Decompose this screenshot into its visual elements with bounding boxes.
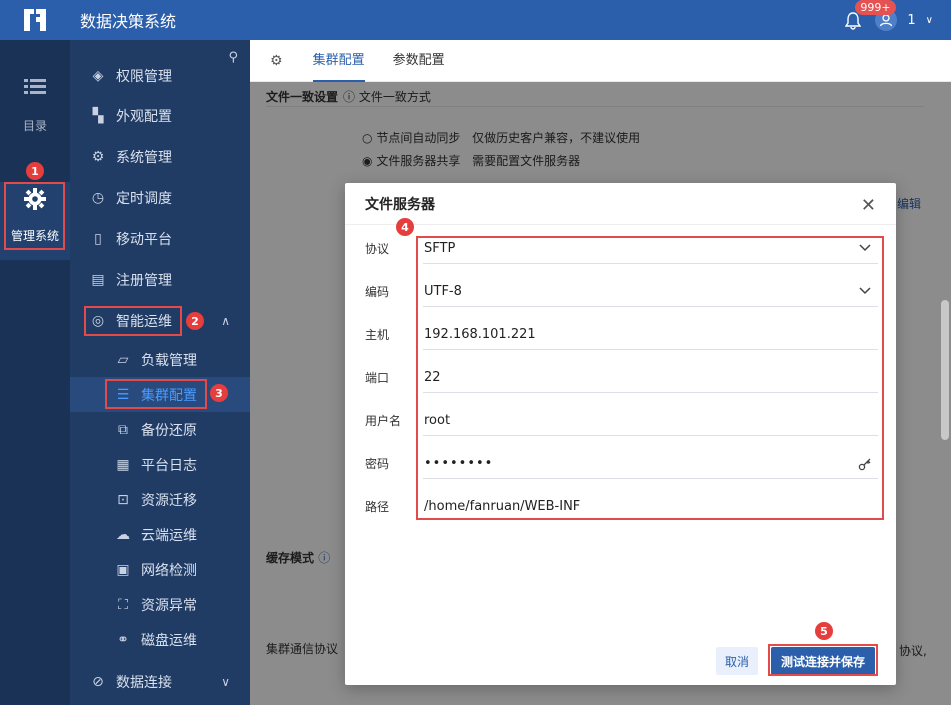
sidebar: ⚲ ◈ 权限管理 ▚ 外观配置 ⚙ 系统管理 ◷ 定时调度 ▯ 移动平台 ▤ 注… xyxy=(70,40,250,705)
annotation-box-1 xyxy=(4,182,65,250)
chevron-up-icon[interactable]: ∧ xyxy=(221,314,230,328)
annotation-box-3 xyxy=(105,379,207,409)
annotation-badge-3: 3 xyxy=(210,384,228,402)
sidebar-subitem-label: 负载管理 xyxy=(141,352,197,369)
sidebar-subitem-label: 磁盘运维 xyxy=(141,632,197,649)
load-icon: ▱ xyxy=(117,351,129,368)
tab-cluster-config[interactable]: 集群配置 xyxy=(312,40,365,82)
sidebar-subitem-label: 资源迁移 xyxy=(141,492,197,509)
sidebar-subitem-network[interactable]: ▣ 网络检测 xyxy=(70,552,250,587)
sidebar-item-register[interactable]: ▤ 注册管理 xyxy=(70,262,250,297)
sidebar-subitem-label: 云端运维 xyxy=(141,527,197,544)
sidebar-subitem-exception[interactable]: ⛶ 资源异常 xyxy=(70,587,250,622)
sidebar-item-label: 定时调度 xyxy=(116,190,172,207)
user-name[interactable]: 1 xyxy=(907,13,915,28)
sidebar-item-permission[interactable]: ◈ 权限管理 xyxy=(70,58,250,93)
sidebar-item-label: 权限管理 xyxy=(116,68,172,85)
annotation-box-4 xyxy=(416,236,884,520)
sidebar-item-system[interactable]: ⚙ 系统管理 xyxy=(70,139,250,174)
sidebar-item-label: 系统管理 xyxy=(116,149,172,166)
register-icon: ▤ xyxy=(91,271,105,288)
sidebar-item-label: 数据连接 xyxy=(116,674,172,691)
sidebar-item-label: 注册管理 xyxy=(116,272,172,289)
icon-rail: 目录 管理系统 xyxy=(0,40,70,705)
sidebar-item-appearance[interactable]: ▚ 外观配置 xyxy=(70,98,250,133)
annotation-badge-2: 2 xyxy=(186,312,204,330)
field-label-port: 端口 xyxy=(365,371,390,385)
close-icon[interactable]: ✕ xyxy=(861,195,876,216)
mobile-icon: ▯ xyxy=(94,230,102,247)
shield-icon: ◈ xyxy=(92,67,104,84)
rail-item-catalog[interactable]: 目录 xyxy=(0,70,70,150)
sidebar-subitem-cloud[interactable]: ☁ 云端运维 xyxy=(70,517,250,552)
tab-param-config[interactable]: 参数配置 xyxy=(393,40,445,82)
annotation-box-2 xyxy=(84,306,182,336)
list-icon xyxy=(24,79,46,94)
disk-icon: ⚭ xyxy=(117,631,129,648)
link-icon: ⊘ xyxy=(92,673,104,690)
chevron-down-icon[interactable]: ∨ xyxy=(926,15,933,26)
tab-bar: ⚙ 集群配置 参数配置 xyxy=(250,40,951,82)
annotation-box-5 xyxy=(768,644,878,676)
dialog-title: 文件服务器 xyxy=(345,183,896,225)
sidebar-subitem-label: 平台日志 xyxy=(141,457,197,474)
network-icon: ▣ xyxy=(116,561,130,578)
settings-icon[interactable]: ⚙ xyxy=(270,53,283,69)
chevron-down-icon[interactable]: ∨ xyxy=(221,675,230,689)
sidebar-item-mobile[interactable]: ▯ 移动平台 xyxy=(70,221,250,256)
backup-icon: ⧉ xyxy=(118,421,128,438)
field-label-encoding: 编码 xyxy=(365,285,390,299)
rail-label-catalog: 目录 xyxy=(22,119,47,133)
cloud-icon: ☁ xyxy=(116,526,130,543)
sidebar-subitem-log[interactable]: ▦ 平台日志 xyxy=(70,447,250,482)
app-title: 数据决策系统 xyxy=(80,12,177,31)
bell-icon xyxy=(845,12,862,30)
field-label-host: 主机 xyxy=(365,328,390,342)
log-icon: ▦ xyxy=(116,456,130,473)
notification-bell[interactable]: 999+ xyxy=(845,0,896,30)
top-bar: 数据决策系统 999+ 1 ∨ xyxy=(0,0,951,40)
sidebar-item-label: 外观配置 xyxy=(116,108,172,125)
sidebar-item-label: 移动平台 xyxy=(116,231,172,248)
notification-badge: 999+ xyxy=(855,0,896,15)
annotation-badge-4: 4 xyxy=(396,218,414,236)
cancel-button[interactable]: 取消 xyxy=(716,647,758,675)
sidebar-subitem-migrate[interactable]: ⊡ 资源迁移 xyxy=(70,482,250,517)
migrate-icon: ⊡ xyxy=(117,491,129,508)
annotation-badge-1: 1 xyxy=(26,162,44,180)
annotation-badge-5: 5 xyxy=(815,622,833,640)
field-label-protocol: 协议 xyxy=(365,242,390,256)
field-label-path: 路径 xyxy=(365,500,390,514)
sidebar-subitem-load[interactable]: ▱ 负载管理 xyxy=(70,342,250,377)
sidebar-subitem-label: 网络检测 xyxy=(141,562,197,579)
logo-icon xyxy=(24,9,46,31)
sidebar-subitem-disk[interactable]: ⚭ 磁盘运维 xyxy=(70,622,250,657)
sidebar-subitem-label: 资源异常 xyxy=(141,597,197,614)
logo xyxy=(0,0,70,40)
user-icon xyxy=(880,14,893,27)
sidebar-subitem-label: 备份还原 xyxy=(141,422,197,439)
brush-icon: ▚ xyxy=(92,107,104,124)
sidebar-item-data-link[interactable]: ⊘ 数据连接 ∨ xyxy=(70,664,250,699)
field-label-username: 用户名 xyxy=(365,414,402,428)
sidebar-subitem-backup[interactable]: ⧉ 备份还原 xyxy=(70,412,250,447)
scrollbar[interactable] xyxy=(941,300,949,440)
timer-icon: ◷ xyxy=(91,189,105,206)
sidebar-item-schedule[interactable]: ◷ 定时调度 xyxy=(70,180,250,215)
field-label-password: 密码 xyxy=(365,457,390,471)
exception-icon: ⛶ xyxy=(118,596,128,613)
gear-icon: ⚙ xyxy=(91,148,105,165)
